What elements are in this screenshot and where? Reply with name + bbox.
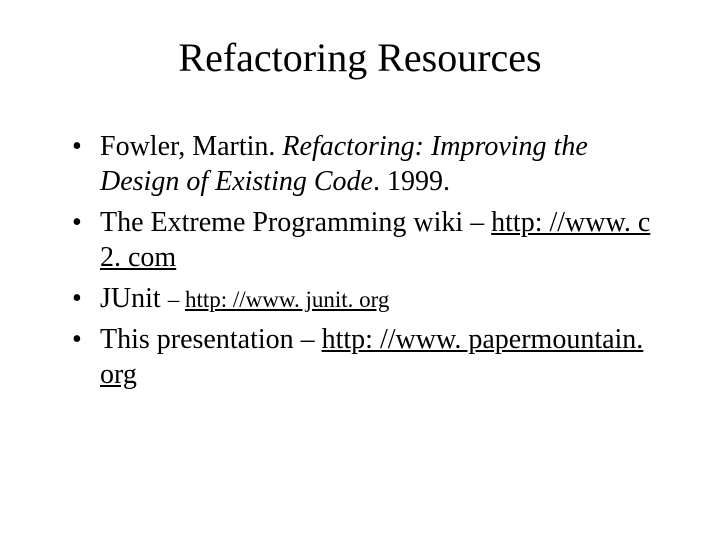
- bullet-item-book: Fowler, Martin. Refactoring: Improving t…: [72, 129, 670, 199]
- bullet-item-wiki: The Extreme Programming wiki – http: //w…: [72, 205, 670, 275]
- slide: Refactoring Resources Fowler, Martin. Re…: [0, 0, 720, 540]
- year-text: . 1999.: [373, 166, 450, 197]
- bullet-item-presentation: This presentation – http: //www. papermo…: [72, 322, 670, 392]
- junit-dash: –: [168, 287, 185, 312]
- author-text: Fowler, Martin.: [100, 131, 282, 162]
- junit-link[interactable]: http: //www. junit. org: [185, 287, 389, 312]
- slide-title: Refactoring Resources: [50, 34, 670, 81]
- wiki-text: The Extreme Programming wiki –: [100, 207, 491, 238]
- presentation-text: This presentation –: [100, 324, 322, 355]
- junit-text: JUnit: [100, 283, 168, 314]
- bullet-item-junit: JUnit – http: //www. junit. org: [72, 281, 670, 316]
- bullet-list: Fowler, Martin. Refactoring: Improving t…: [50, 129, 670, 392]
